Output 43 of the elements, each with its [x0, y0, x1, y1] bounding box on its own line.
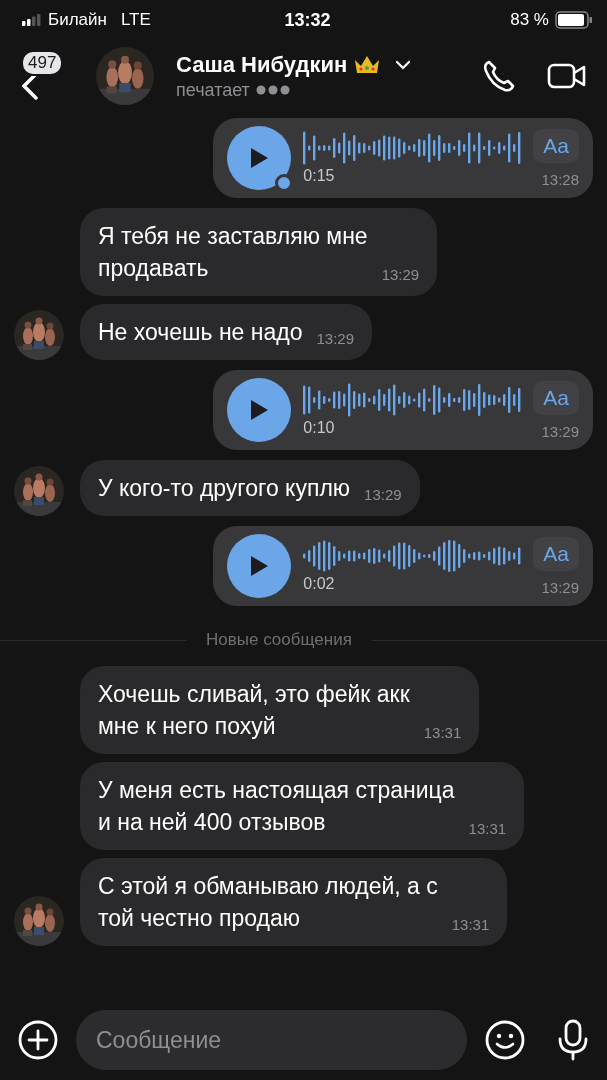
voice-duration: 0:02: [303, 575, 336, 593]
unread-badge: 497: [21, 50, 64, 76]
message-text: Не хочешь не надо: [98, 318, 303, 347]
message-text: Хочешь сливай, это фейк акк мне к него похуй: [98, 680, 410, 741]
message-time: 13:29: [364, 487, 402, 504]
network-type: LTE: [120, 10, 151, 30]
message-text: У меня есть настоящая страница и на ней 400 отзывов: [98, 776, 455, 837]
transcribe-button[interactable]: Aa: [533, 380, 579, 415]
message-text: С этой я обманываю людей, а с той честно продаю: [98, 872, 438, 933]
message-time: 13:31: [423, 725, 462, 742]
play-icon: [250, 148, 268, 168]
message-time: 13:28: [541, 170, 579, 188]
new-messages-divider: Новые сообщения: [206, 630, 352, 650]
play-icon: [250, 400, 268, 420]
call-button[interactable]: [481, 58, 517, 94]
add-attachment-button[interactable]: [18, 1020, 58, 1060]
emoji-button[interactable]: [485, 1020, 525, 1060]
chevron-down-icon[interactable]: [395, 59, 412, 70]
play-icon: [250, 556, 268, 576]
signal-icon: [22, 14, 42, 26]
voice-duration: 0:15: [303, 167, 336, 185]
typing-status: печатает: [176, 79, 250, 101]
message-input[interactable]: Сообщение: [76, 1010, 467, 1070]
video-call-button[interactable]: [547, 62, 587, 90]
message-time: 13:29: [316, 331, 355, 348]
typing-dots-icon: [255, 85, 290, 95]
message-time: 13:29: [541, 578, 579, 596]
message-time: 13:31: [451, 917, 490, 934]
voice-duration: 0:10: [303, 419, 336, 437]
transcribe-button[interactable]: Aa: [533, 536, 579, 571]
carrier-name: Билайн: [48, 10, 107, 30]
message-text: У кого-то другого куплю: [98, 474, 351, 503]
message-text: Я тебя не заставляю мне продавать: [98, 222, 368, 283]
clock: 13:32: [284, 9, 331, 30]
message-time: 13:29: [541, 422, 579, 440]
message-time: 13:29: [381, 267, 420, 284]
battery-percent: 83 %: [510, 10, 549, 30]
message-time: 13:31: [468, 821, 507, 838]
battery-icon: [555, 11, 593, 29]
microphone-button[interactable]: [557, 1019, 589, 1061]
contact-name[interactable]: Саша Нибудкин: [176, 51, 348, 78]
transcribe-button[interactable]: Aa: [533, 128, 579, 163]
back-button[interactable]: 497: [18, 46, 76, 106]
